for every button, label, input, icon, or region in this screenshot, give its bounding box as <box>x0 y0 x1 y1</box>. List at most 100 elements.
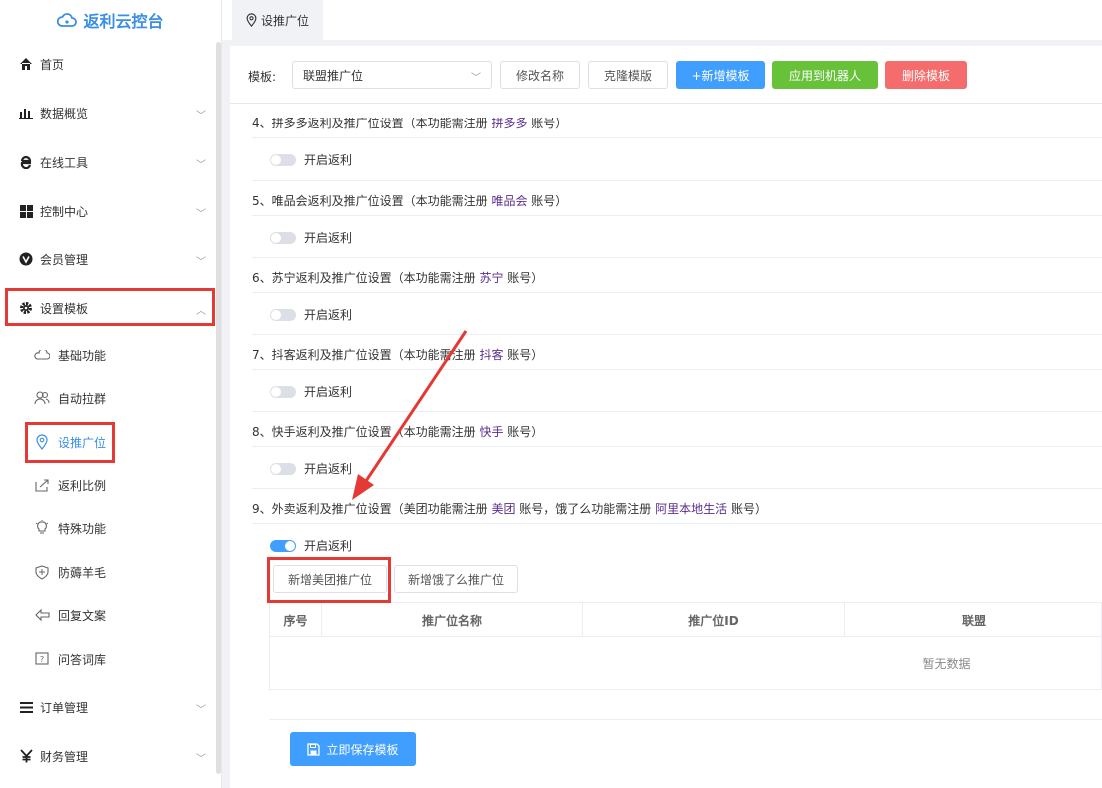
chevron-down-icon: ﹀ <box>471 73 481 84</box>
menu-label: 会员管理 <box>40 252 89 267</box>
menu-label: 设置模板 <box>40 301 89 316</box>
apply-to-robot-button[interactable]: 应用到机器人 <box>772 61 878 89</box>
section-title-douke: 7、抖客返利及推广位设置（本功能需注册 抖客 账号） <box>252 348 544 362</box>
table-header: 序号 推广位名称 推广位ID 联盟 <box>270 603 1102 637</box>
clone-template-button[interactable]: 克隆模版 <box>588 61 668 89</box>
divider <box>252 334 1102 335</box>
menu-label: 数据概览 <box>40 106 89 121</box>
switch-off[interactable] <box>270 308 296 321</box>
submenu-rebate-ratio[interactable]: 返利比例 <box>0 468 214 502</box>
add-template-button[interactable]: +新增模板 <box>676 61 765 89</box>
divider <box>252 292 1102 293</box>
infinity-cloud-icon <box>34 347 50 363</box>
submenu-label: 特殊功能 <box>58 521 107 536</box>
submenu-reply-copy[interactable]: 回复文案 <box>0 598 214 632</box>
switch-on[interactable] <box>270 539 296 552</box>
add-meituan-promotion-button[interactable]: 新增美团推广位 <box>273 565 387 593</box>
submenu-label: 问答词库 <box>58 652 107 667</box>
divider <box>252 257 1102 258</box>
reply-arrow-icon <box>34 607 50 623</box>
browser-e-icon <box>18 154 34 170</box>
save-template-button[interactable]: 立即保存模板 <box>290 732 416 766</box>
submenu-qa-library[interactable]: ? 问答词库 <box>0 642 214 676</box>
menu-control-center[interactable]: 控制中心 ﹀ <box>0 192 214 230</box>
column-header: 推广位ID <box>583 603 845 637</box>
menu-data-overview[interactable]: 数据概览 ﹀ <box>0 94 214 132</box>
toggle-douke-rebate[interactable]: 开启返利 <box>270 383 352 400</box>
gear-icon <box>18 300 34 316</box>
toggle-takeaway-rebate[interactable]: 开启返利 <box>270 537 352 554</box>
question-box-icon: ? <box>34 651 50 667</box>
share-icon <box>34 477 50 493</box>
toggle-vip-rebate[interactable]: 开启返利 <box>270 229 352 246</box>
template-select-value: 联盟推广位 <box>303 68 364 83</box>
menu-label: 首页 <box>40 57 65 72</box>
chevron-up-icon: ︿ <box>196 306 206 317</box>
menu-order-management[interactable]: 订单管理 ﹀ <box>0 688 214 726</box>
menu-label: 订单管理 <box>40 700 89 715</box>
cloud-icon <box>57 12 78 28</box>
switch-off[interactable] <box>270 462 296 475</box>
toggle-kuaishou-rebate[interactable]: 开启返利 <box>270 460 352 477</box>
bar-chart-icon <box>18 105 34 121</box>
template-label: 模板: <box>248 70 277 84</box>
toggle-label: 开启返利 <box>304 462 353 476</box>
section-title-kuaishou: 8、快手返利及推广位设置（本功能需注册 快手 账号） <box>252 425 544 439</box>
yen-icon <box>18 748 34 764</box>
promotion-table: 序号 推广位名称 推广位ID 联盟 暂无数据 <box>269 602 1102 690</box>
app-logo[interactable]: 返利云控台 <box>0 0 221 40</box>
submenu-set-promotion[interactable]: 设推广位 <box>0 425 214 459</box>
location-pin-icon <box>246 13 257 27</box>
chevron-down-icon: ﹀ <box>196 160 206 171</box>
toggle-suning-rebate[interactable]: 开启返利 <box>270 306 352 323</box>
menu-home[interactable]: 首页 <box>0 45 214 83</box>
divider <box>252 137 1102 138</box>
toggle-label: 开启返利 <box>304 539 353 553</box>
toggle-label: 开启返利 <box>304 231 353 245</box>
section-title-takeaway: 9、外卖返利及推广位设置（美团功能需注册 美团 账号，饿了么功能需注册 阿里本地… <box>252 502 767 516</box>
divider <box>252 180 1102 181</box>
submenu-basic-functions[interactable]: 基础功能 <box>0 338 214 372</box>
empty-state: 暂无数据 <box>922 656 971 671</box>
menu-settings-template[interactable]: 设置模板 ︿ <box>0 289 214 327</box>
save-label: 立即保存模板 <box>326 742 399 757</box>
switch-off[interactable] <box>270 231 296 244</box>
windows-icon <box>18 203 34 219</box>
tab-set-promotion[interactable]: 设推广位 <box>232 0 324 40</box>
rename-button[interactable]: 修改名称 <box>500 61 580 89</box>
shield-icon <box>34 564 50 580</box>
menu-label: 在线工具 <box>40 155 89 170</box>
submenu-label: 回复文案 <box>58 608 107 623</box>
section-title-vip: 5、唯品会返利及推广位设置（本功能需注册 唯品会 账号） <box>252 194 568 208</box>
top-tab-bar: 设推广位 <box>222 0 1102 40</box>
member-badge-icon <box>18 251 34 267</box>
divider <box>252 369 1102 370</box>
lightbulb-icon <box>34 520 50 536</box>
location-pin-icon <box>34 434 50 450</box>
menu-member-management[interactable]: 会员管理 ﹀ <box>0 240 214 278</box>
submenu-special-functions[interactable]: 特殊功能 <box>0 511 214 545</box>
column-header: 推广位名称 <box>322 603 583 637</box>
sidebar-scrollbar[interactable] <box>216 42 221 774</box>
divider <box>252 446 1102 447</box>
toggle-label: 开启返利 <box>304 308 353 322</box>
floppy-disk-icon <box>307 742 321 756</box>
chevron-down-icon: ﹀ <box>196 111 206 122</box>
menu-finance-management[interactable]: 财务管理 ﹀ <box>0 737 214 775</box>
switch-off[interactable] <box>270 385 296 398</box>
template-select[interactable]: 联盟推广位 ﹀ <box>292 61 492 89</box>
divider <box>252 523 1102 524</box>
menu-online-tools[interactable]: 在线工具 ﹀ <box>0 143 214 181</box>
chevron-down-icon: ﹀ <box>196 257 206 268</box>
list-icon <box>18 699 34 715</box>
add-eleme-promotion-button[interactable]: 新增饿了么推广位 <box>394 565 518 593</box>
column-header: 联盟 <box>961 613 986 628</box>
home-icon <box>18 56 34 72</box>
toggle-pdd-rebate[interactable]: 开启返利 <box>270 151 352 168</box>
submenu-auto-group[interactable]: 自动拉群 <box>0 381 214 415</box>
delete-template-button[interactable]: 删除模板 <box>885 61 967 89</box>
submenu-label: 自动拉群 <box>58 391 107 406</box>
divider <box>269 719 1102 720</box>
switch-off[interactable] <box>270 153 296 166</box>
submenu-anti-abuse[interactable]: 防薅羊毛 <box>0 555 214 589</box>
